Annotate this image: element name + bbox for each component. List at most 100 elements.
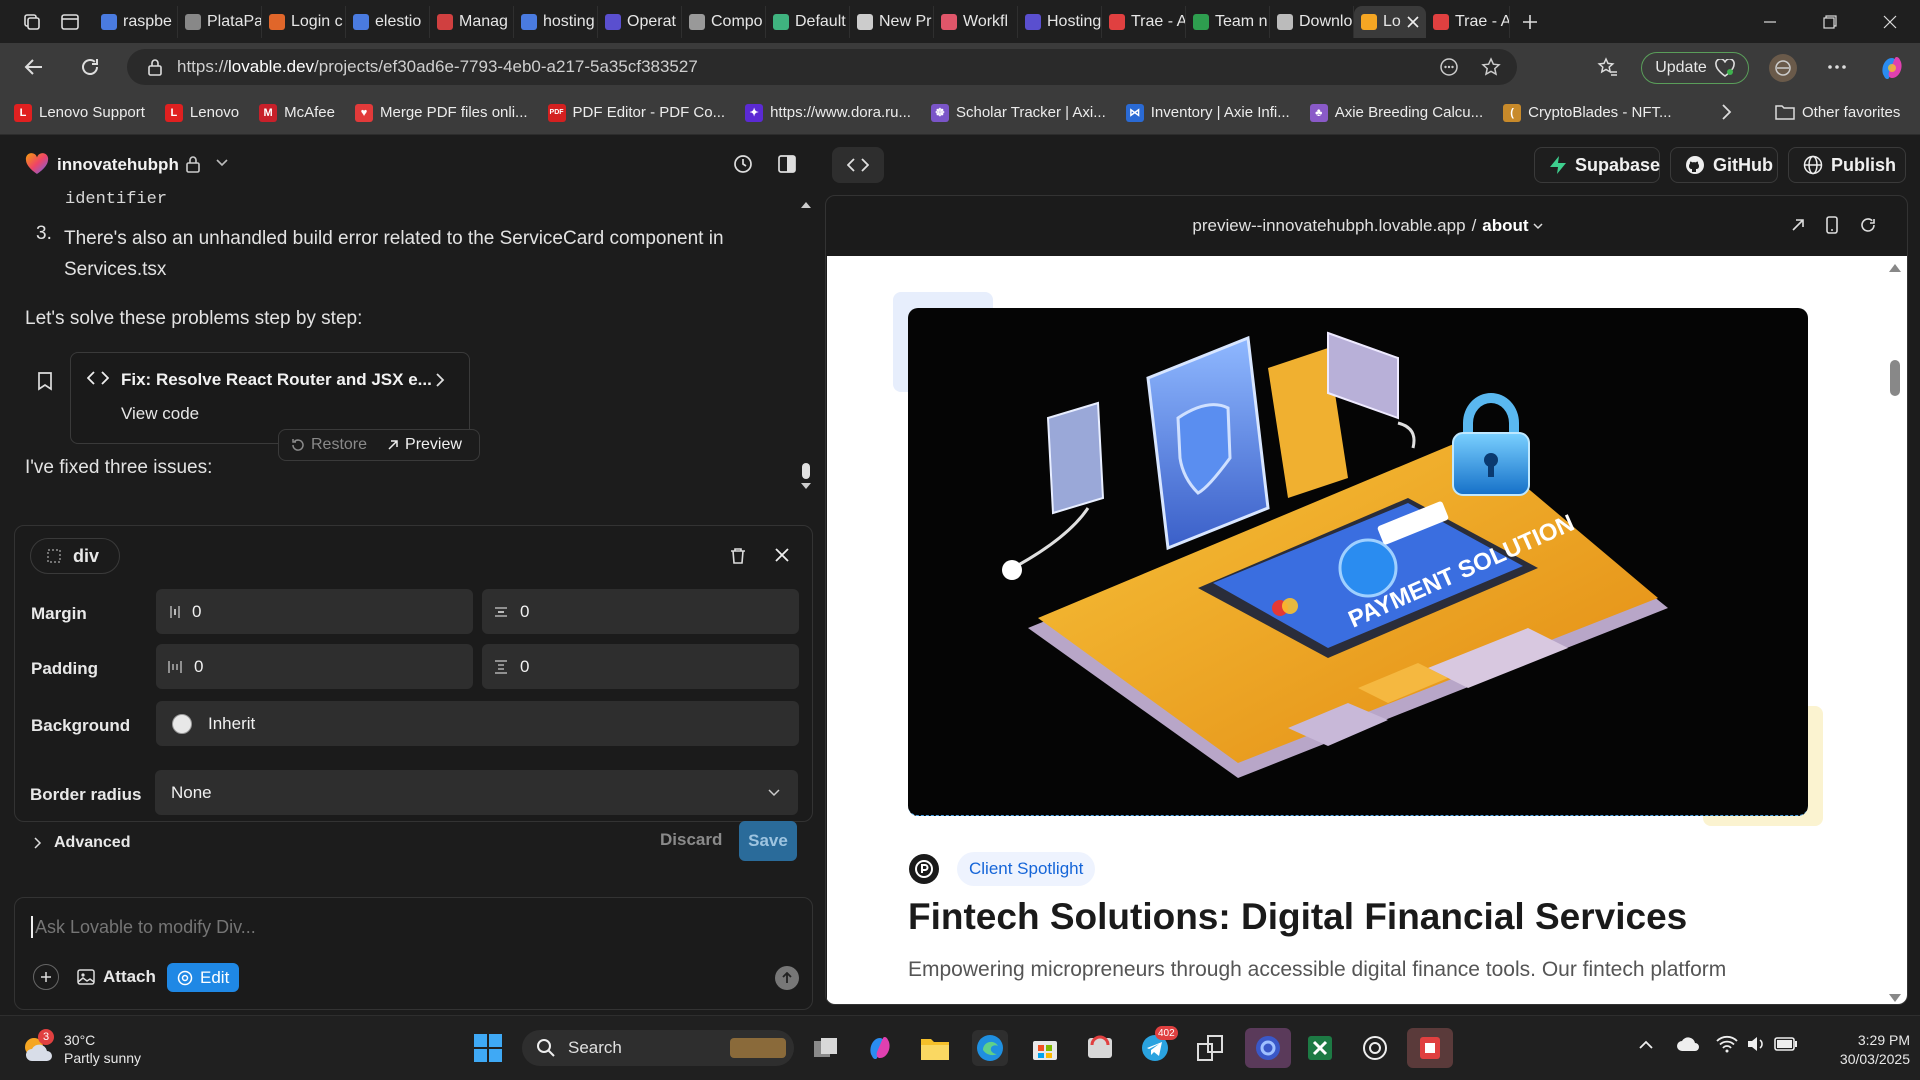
close-tab-icon[interactable] [1407, 15, 1419, 28]
battery-icon[interactable] [1774, 1036, 1798, 1052]
bookmark-item[interactable]: L Lenovo [164, 103, 239, 122]
close-window-icon[interactable] [1860, 0, 1920, 43]
padding-y-field[interactable]: 0 [482, 644, 799, 689]
trash-icon[interactable] [730, 547, 746, 565]
category-tag[interactable]: Client Spotlight [957, 852, 1096, 886]
toggle-sidebar-icon[interactable] [776, 153, 798, 175]
restore-button[interactable]: Restore [279, 436, 379, 454]
update-button[interactable]: Update [1641, 52, 1749, 84]
bookmark-item[interactable]: M McAfee [259, 103, 335, 122]
browser-tab[interactable]: Trae - A [1426, 5, 1510, 38]
chevron-down-icon[interactable] [215, 158, 229, 168]
onedrive-cloud-icon[interactable] [1676, 1036, 1700, 1052]
scrollbar-thumb[interactable] [1890, 360, 1900, 396]
snipping-tool-icon[interactable] [1082, 1030, 1118, 1066]
favorite-star-icon[interactable] [1481, 57, 1501, 77]
microsoft-store-icon[interactable] [1027, 1030, 1063, 1066]
browser-tab[interactable]: Compo [682, 5, 766, 38]
bookmark-item[interactable]: L Lenovo Support [14, 103, 145, 122]
favorites-bar-icon[interactable] [1597, 56, 1619, 78]
scroll-down-arrow[interactable] [1889, 994, 1901, 1002]
scrollbar-thumb[interactable] [802, 463, 810, 479]
browser-tab[interactable]: Hosting [1018, 5, 1102, 38]
github-button[interactable]: GitHub [1670, 147, 1778, 183]
app-icon-active[interactable] [1245, 1028, 1291, 1068]
profile-avatar[interactable] [1769, 54, 1797, 82]
workspaces-icon[interactable] [22, 12, 42, 32]
discard-button[interactable]: Discard [660, 830, 722, 850]
settings-more-icon[interactable] [1826, 56, 1848, 78]
chevron-down-icon[interactable] [1533, 222, 1543, 230]
open-external-icon[interactable] [1791, 218, 1805, 232]
browser-tab[interactable]: elestio [346, 5, 430, 38]
project-name[interactable]: innovatehubph [57, 155, 179, 175]
pdf-app-icon[interactable] [1407, 1028, 1453, 1068]
tab-actions-icon[interactable] [60, 12, 80, 32]
scroll-up-arrow[interactable] [1889, 264, 1901, 272]
browser-tab[interactable]: Workfl [934, 5, 1018, 38]
excel-icon[interactable] [1302, 1030, 1338, 1066]
lock-icon[interactable] [147, 58, 163, 76]
chevron-up-icon[interactable] [1638, 1040, 1654, 1050]
chevron-right-icon[interactable] [435, 373, 445, 387]
bookmark-item[interactable]: ⋈ Inventory | Axie Infi... [1125, 103, 1290, 122]
padding-x-field[interactable]: 0 [156, 644, 473, 689]
bookmark-item[interactable]: ✦ https://www.dora.ru... [745, 103, 911, 122]
other-favorites[interactable]: Other favorites [1775, 103, 1900, 121]
browser-tab[interactable]: Manag [430, 5, 514, 38]
view-code-link[interactable]: View code [121, 404, 199, 424]
windows-start-icon[interactable] [470, 1030, 506, 1066]
preview-domain[interactable]: preview--innovatehubph.lovable.app [1192, 216, 1465, 236]
taskbar-search[interactable]: Search [522, 1030, 794, 1066]
multi-window-icon[interactable] [1192, 1030, 1228, 1066]
browser-tab[interactable]: PlataPa [178, 5, 262, 38]
scroll-down-arrow[interactable] [801, 483, 811, 489]
browser-tab[interactable]: raspbe [94, 5, 178, 38]
browser-tab[interactable]: hosting [514, 5, 598, 38]
wifi-icon[interactable] [1716, 1035, 1738, 1053]
maximize-icon[interactable] [1800, 0, 1860, 43]
border-radius-select[interactable]: None [155, 770, 798, 815]
edge-browser-icon[interactable] [972, 1030, 1008, 1066]
bookmark-item[interactable]: PDF PDF Editor - PDF Co... [547, 103, 725, 122]
refresh-icon[interactable] [1860, 217, 1876, 233]
plus-icon[interactable] [33, 964, 59, 990]
margin-y-field[interactable]: 0 [482, 589, 799, 634]
prompt-input[interactable] [35, 912, 775, 942]
browser-tab[interactable]: Operat [598, 5, 682, 38]
minimize-icon[interactable] [1740, 0, 1800, 43]
preview-button[interactable]: Preview [379, 436, 470, 454]
bookmark-item[interactable]: ♣ Axie Breeding Calcu... [1309, 103, 1483, 122]
bookmark-item[interactable]: ♥ Merge PDF files onli... [355, 103, 528, 122]
more-tools-icon[interactable] [1439, 57, 1459, 77]
browser-tab[interactable]: Default [766, 5, 850, 38]
supabase-button[interactable]: Supabase [1534, 147, 1660, 183]
clock[interactable]: 3:29 PM 30/03/2025 [1810, 1031, 1910, 1069]
attach-button[interactable]: Attach [77, 964, 156, 990]
close-icon[interactable] [775, 548, 789, 562]
mobile-view-icon[interactable] [1826, 216, 1838, 234]
volume-icon[interactable] [1746, 1035, 1766, 1053]
browser-tab[interactable]: Downlo [1270, 5, 1354, 38]
back-arrow-icon[interactable] [22, 55, 46, 79]
advanced-toggle[interactable]: Advanced [34, 834, 130, 852]
browser-tab[interactable]: Login c [262, 5, 346, 38]
hero-image[interactable]: PAYMENT SOLUTION [908, 308, 1808, 816]
bookmark-icon[interactable] [37, 371, 53, 391]
weather-widget[interactable]: 3 30°C Partly sunny [20, 1028, 170, 1070]
history-icon[interactable] [732, 153, 754, 175]
browser-tab[interactable]: Lo [1354, 5, 1426, 38]
bookmark-item[interactable]: ☸ Scholar Tracker | Axi... [930, 103, 1106, 122]
copilot-icon[interactable] [1878, 54, 1906, 82]
preview-route[interactable]: about [1482, 216, 1528, 236]
margin-x-field[interactable]: 0 [156, 589, 473, 634]
address-bar[interactable]: https://lovable.dev/projects/ef30ad6e-77… [127, 49, 1517, 85]
browser-tab[interactable]: Trae - A [1102, 5, 1186, 38]
save-button[interactable]: Save [739, 821, 797, 861]
browser-tab[interactable]: Team n [1186, 5, 1270, 38]
file-explorer-icon[interactable] [917, 1030, 953, 1066]
copilot-app-icon[interactable] [862, 1030, 898, 1066]
task-view-icon[interactable] [808, 1030, 844, 1066]
new-tab-plus-icon[interactable] [1510, 0, 1550, 43]
browser-tab[interactable]: New Pr [850, 5, 934, 38]
